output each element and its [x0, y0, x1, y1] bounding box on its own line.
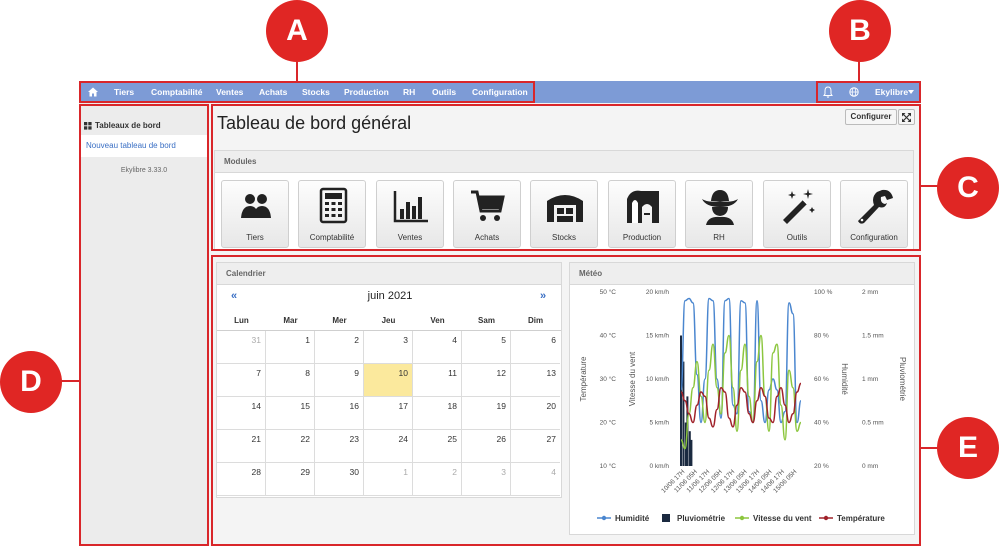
annotation-badge-e: E — [937, 417, 999, 479]
annotation-box-a — [79, 81, 535, 103]
annotation-badge-c: C — [937, 157, 999, 219]
annotation-line-b — [858, 59, 860, 81]
annotation-box-e — [211, 255, 921, 546]
annotation-line-a — [296, 59, 298, 81]
annotation-badge-a: A — [266, 0, 328, 62]
annotation-badge-d: D — [0, 351, 62, 413]
annotation-badge-b: B — [829, 0, 891, 62]
annotation-line-d — [60, 380, 79, 382]
annotation-box-c — [211, 104, 921, 251]
annotation-box-d — [79, 104, 209, 546]
annotation-box-b — [816, 81, 921, 103]
